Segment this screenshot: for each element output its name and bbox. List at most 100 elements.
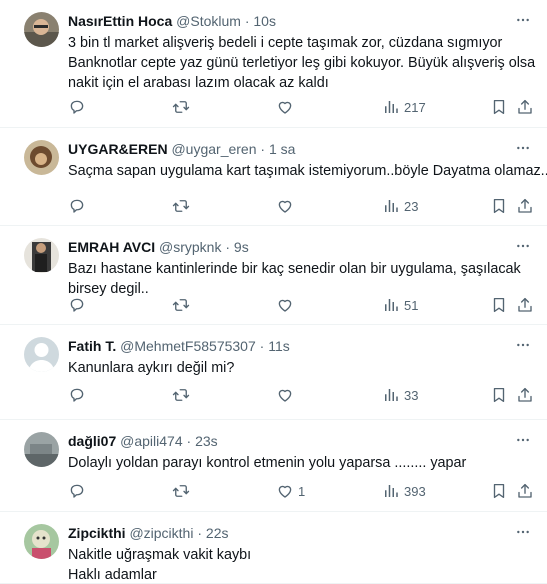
tweet[interactable]: EMRAH AVCI @srypknk · 9s Bazı hastane kan… (0, 226, 547, 325)
retweet-button[interactable] (172, 196, 190, 216)
author-name[interactable]: EMRAH AVCI (68, 239, 155, 255)
tweet-actions: 1 393 (68, 481, 531, 501)
share-button[interactable] (516, 385, 534, 405)
tweet[interactable]: UYGAR&EREN @uygar_eren · 1 sa Saçma sapan… (0, 128, 547, 226)
bookmark-icon (490, 197, 508, 215)
timeline: NasırEttin Hoca @Stoklum · 10s 3 bin tl m… (0, 0, 547, 584)
share-icon (516, 296, 534, 314)
reply-button[interactable] (68, 196, 86, 216)
views-count: 33 (404, 387, 419, 403)
avatar[interactable] (24, 524, 59, 559)
timestamp[interactable]: 22s (206, 525, 229, 541)
tweet-text: Dolaylı yoldan parayı kontrol etmenin yo… (68, 453, 531, 473)
views-button[interactable]: 217 (382, 97, 426, 117)
separator-dot: · (255, 338, 269, 354)
separator-dot: · (182, 433, 196, 449)
bookmark-icon (490, 98, 508, 116)
reply-button[interactable] (68, 97, 86, 117)
reply-icon (68, 386, 86, 404)
tweet-text-line: Haklı adamlar (68, 567, 157, 583)
avatar[interactable] (24, 140, 59, 175)
tweet-text-line: Banknotlar cepte yaz günü terletiyor leş… (68, 55, 536, 71)
bookmark-button[interactable] (490, 97, 508, 117)
retweet-button[interactable] (172, 481, 190, 501)
tweet[interactable]: Zipcikthi @zipcikthi · 22s Nakitle uğraşm… (0, 512, 547, 584)
author-handle[interactable]: @uygar_eren (171, 141, 256, 157)
retweet-button[interactable] (172, 385, 190, 405)
tweet-text: Kanunlara aykırı değil mi? (68, 358, 531, 378)
views-button[interactable]: 33 (382, 385, 418, 405)
views-count: 393 (404, 483, 426, 499)
reply-icon (68, 197, 86, 215)
retweet-button[interactable] (172, 97, 190, 117)
reply-button[interactable] (68, 295, 86, 315)
more-dots-icon[interactable] (515, 140, 531, 156)
bookmark-icon (490, 482, 508, 500)
views-button[interactable]: 51 (382, 295, 418, 315)
timestamp[interactable]: 23s (195, 433, 218, 449)
author-handle[interactable]: @MehmetF58575307 (120, 338, 256, 354)
likes-count: 1 (298, 483, 306, 499)
bookmark-icon (490, 296, 508, 314)
views-icon (382, 482, 400, 500)
author-handle[interactable]: @srypknk (159, 239, 221, 255)
like-button[interactable] (276, 385, 298, 405)
tweet[interactable]: NasırEttin Hoca @Stoklum · 10s 3 bin tl m… (0, 0, 547, 128)
share-button[interactable] (516, 481, 534, 501)
tweet-text-line: Dolaylı yoldan parayı kontrol etmenin yo… (68, 455, 467, 471)
bookmark-button[interactable] (490, 196, 508, 216)
author-name[interactable]: NasırEttin Hoca (68, 13, 172, 29)
more-dots-icon[interactable] (515, 432, 531, 448)
bookmark-button[interactable] (490, 385, 508, 405)
author-name[interactable]: UYGAR&EREN (68, 141, 168, 157)
author-name[interactable]: Zipcikthi (68, 525, 126, 541)
like-icon (276, 482, 294, 500)
views-icon (382, 197, 400, 215)
retweet-button[interactable] (172, 295, 190, 315)
like-icon (276, 386, 294, 404)
avatar[interactable] (24, 337, 59, 372)
retweet-icon (172, 98, 190, 116)
more-dots-icon[interactable] (515, 337, 531, 353)
like-button[interactable] (276, 97, 298, 117)
more-dots-icon[interactable] (515, 238, 531, 254)
timestamp[interactable]: 10s (253, 13, 276, 29)
author-name[interactable]: dağli07 (68, 433, 116, 449)
share-button[interactable] (516, 97, 534, 117)
timestamp[interactable]: 9s (234, 239, 249, 255)
reply-button[interactable] (68, 481, 86, 501)
retweet-icon (172, 296, 190, 314)
tweet-text: Bazı hastane kantinlerinde bir kaç sened… (68, 259, 531, 299)
more-dots-icon[interactable] (515, 524, 531, 540)
share-icon (516, 197, 534, 215)
separator-dot: · (240, 13, 254, 29)
separator-dot: · (221, 239, 234, 255)
tweet-text-line: Bazı hastane kantinlerinde bir kaç sened… (68, 261, 521, 277)
like-button[interactable]: 1 (276, 481, 305, 501)
like-button[interactable] (276, 295, 298, 315)
share-button[interactable] (516, 295, 534, 315)
like-button[interactable] (276, 196, 298, 216)
views-button[interactable]: 393 (382, 481, 426, 501)
tweet-header: dağli07 @apili474 · 23s (68, 432, 507, 450)
separator-dot: · (256, 141, 269, 157)
more-dots-icon[interactable] (515, 12, 531, 28)
share-button[interactable] (516, 196, 534, 216)
bookmark-button[interactable] (490, 295, 508, 315)
timestamp[interactable]: 11s (268, 338, 290, 354)
avatar[interactable] (24, 12, 59, 47)
tweet[interactable]: Fatih T. @MehmetF58575307 · 11s Kanunlara… (0, 325, 547, 420)
bookmark-button[interactable] (490, 481, 508, 501)
like-icon (276, 296, 294, 314)
tweet[interactable]: dağli07 @apili474 · 23s Dolaylı yoldan pa… (0, 420, 547, 512)
avatar[interactable] (24, 238, 59, 273)
avatar[interactable] (24, 432, 59, 467)
reply-button[interactable] (68, 385, 86, 405)
author-handle[interactable]: @apili474 (120, 433, 182, 449)
author-handle[interactable]: @zipcikthi (129, 525, 193, 541)
views-button[interactable]: 23 (382, 196, 418, 216)
tweet-actions: 33 (68, 385, 531, 405)
author-name[interactable]: Fatih T. (68, 338, 116, 354)
timestamp[interactable]: 1 sa (269, 141, 295, 157)
author-handle[interactable]: @Stoklum (176, 13, 241, 29)
